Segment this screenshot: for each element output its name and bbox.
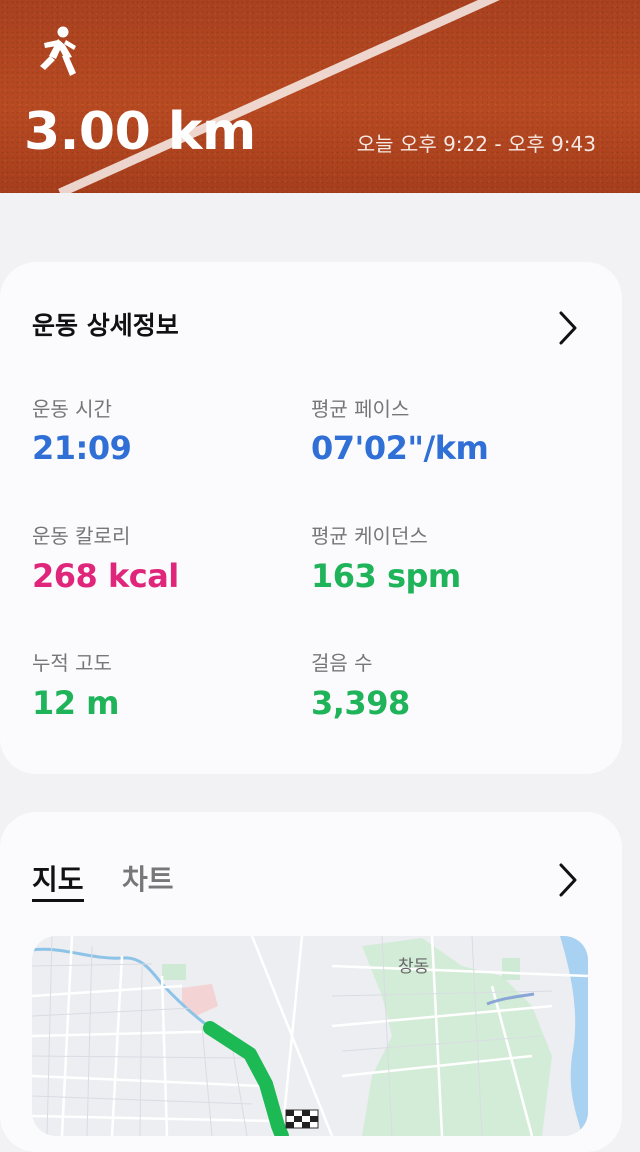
- stat-label-duration: 운동 시간: [32, 397, 112, 421]
- active-tab-indicator: [32, 899, 84, 902]
- stat-label-calories: 운동 칼로리: [32, 524, 131, 548]
- tab-map[interactable]: 지도: [32, 860, 84, 900]
- stat-value-avg-pace: 07'02"/km: [311, 429, 489, 467]
- map-chevron-right-icon[interactable]: [556, 862, 580, 898]
- route-map[interactable]: [32, 936, 588, 1136]
- track-lane-line: [58, 0, 500, 193]
- map-place-label: 창동: [398, 957, 430, 977]
- details-title: 운동 상세정보: [32, 311, 179, 340]
- tab-chart[interactable]: 차트: [122, 860, 174, 900]
- park-small-2: [502, 958, 520, 980]
- park-small: [162, 964, 186, 980]
- stat-value-calories: 268 kcal: [32, 557, 179, 595]
- workout-time-range: 오늘 오후 9:22 - 오후 9:43: [356, 132, 596, 156]
- stat-label-avg-cadence: 평균 케이던스: [311, 524, 428, 548]
- details-chevron-right-icon[interactable]: [556, 310, 580, 346]
- stat-label-avg-pace: 평균 페이스: [311, 397, 410, 421]
- landmark-area: [182, 984, 218, 1016]
- stat-label-elevation: 누적 고도: [32, 651, 112, 675]
- total-distance: 3.00 km: [24, 102, 256, 162]
- stat-label-steps: 걸음 수: [311, 651, 373, 675]
- stat-value-avg-cadence: 163 spm: [311, 557, 461, 595]
- river: [560, 936, 588, 1136]
- workout-header: 3.00 km 오늘 오후 9:22 - 오후 9:43: [0, 0, 640, 193]
- stat-value-elevation: 12 m: [32, 684, 120, 722]
- stat-value-steps: 3,398: [311, 684, 410, 722]
- map-canvas: [32, 936, 588, 1136]
- finish-flag-icon: [285, 1109, 319, 1129]
- stat-value-duration: 21:09: [32, 429, 132, 467]
- running-person-icon: [40, 26, 76, 76]
